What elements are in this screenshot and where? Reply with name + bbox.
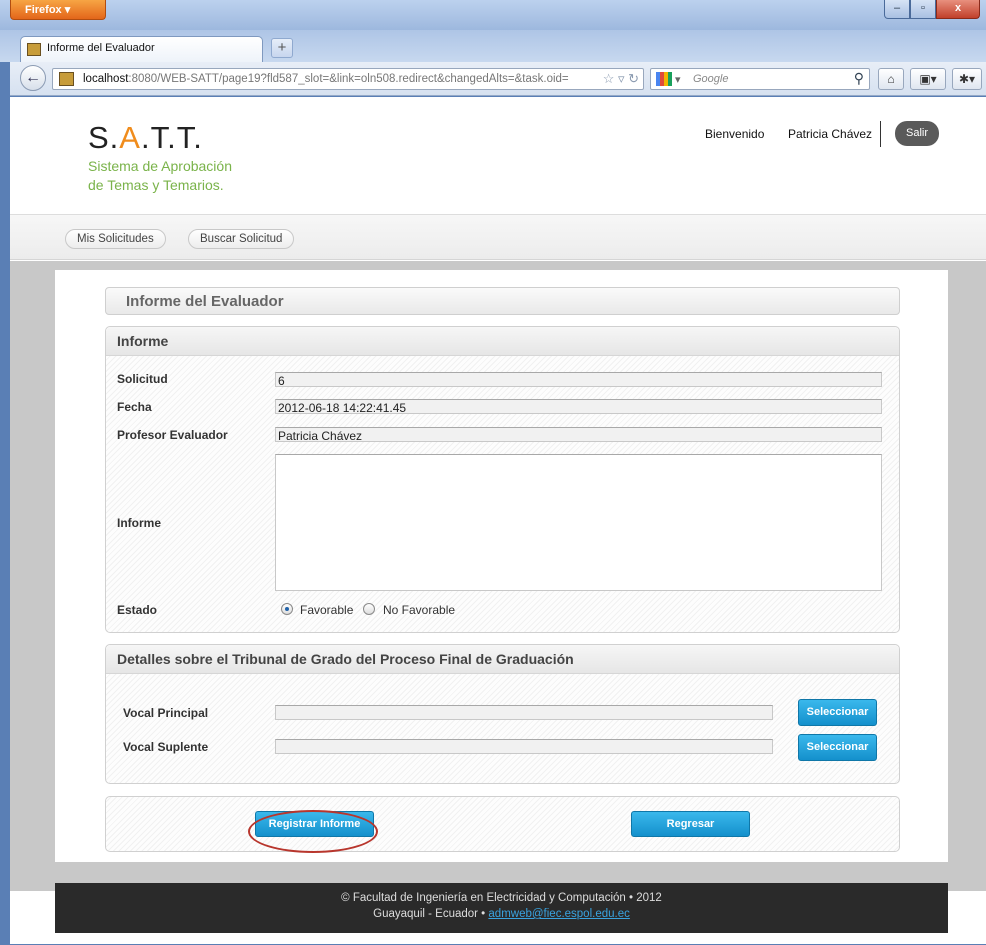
- informe-panel-title: Informe: [106, 327, 899, 356]
- informe-label: Informe: [117, 516, 162, 530]
- estado-no-favorable-radio[interactable]: [363, 603, 375, 615]
- subtitle-line-1: Sistema de Aprobación: [88, 158, 232, 174]
- site-footer: © Facultad de Ingeniería en Electricidad…: [55, 883, 948, 933]
- site-header: S.A.T.T. Sistema de Aprobación de Temas …: [10, 97, 986, 214]
- search-icon[interactable]: ⚲: [854, 70, 864, 87]
- new-tab-button[interactable]: +: [271, 38, 293, 58]
- vocal-suplente-label: Vocal Suplente: [123, 740, 209, 754]
- fecha-field: 2012-06-18 14:22:41.45: [275, 399, 882, 415]
- window-controls: – ▫ x: [884, 0, 980, 20]
- tribunal-panel-title: Detalles sobre el Tribunal de Grado del …: [106, 645, 899, 674]
- subtitle-line-2: de Temas y Temarios.: [88, 177, 224, 193]
- logo-part-tt: .T.T.: [140, 120, 203, 155]
- minimize-icon[interactable]: –: [884, 0, 910, 19]
- header-divider: [880, 121, 881, 147]
- logo-part-a: A: [119, 120, 141, 155]
- page-viewport: S.A.T.T. Sistema de Aprobación de Temas …: [10, 97, 986, 944]
- user-name: Patricia Chávez: [788, 127, 873, 141]
- footer-location: Guayaquil - Ecuador • admweb@fiec.espol.…: [55, 906, 948, 922]
- fecha-label: Fecha: [117, 400, 152, 414]
- informe-panel: Informe Solicitud 6 Fecha 2012-06-18 14:…: [105, 326, 900, 633]
- bookmarks-menu-icon[interactable]: ▣▾: [910, 68, 946, 90]
- maximize-icon[interactable]: ▫: [910, 0, 936, 19]
- profesor-evaluador-field: Patricia Chávez: [275, 427, 882, 443]
- highlight-annotation-ellipse: [248, 810, 378, 853]
- estado-favorable-label[interactable]: Favorable: [300, 603, 353, 617]
- url-path: :8080/WEB-SATT/page19?fld587_slot=&link=…: [128, 73, 569, 85]
- back-arrow-icon[interactable]: ←: [20, 65, 46, 91]
- tab-informe-evaluador[interactable]: Informe del Evaluador: [20, 36, 263, 62]
- main-menu: Mis Solicitudes Buscar Solicitud: [10, 214, 986, 260]
- footer-email-link[interactable]: admweb@fiec.espol.edu.ec: [488, 908, 629, 920]
- tab-title: Informe del Evaluador: [47, 42, 155, 54]
- tab-strip: Informe del Evaluador +: [0, 30, 986, 62]
- estado-no-favorable-label[interactable]: No Favorable: [383, 603, 455, 617]
- site-identity-icon: [59, 72, 74, 86]
- vocal-principal-label: Vocal Principal: [123, 706, 209, 720]
- solicitud-field: 6: [275, 372, 882, 388]
- home-icon[interactable]: ⌂: [878, 68, 904, 90]
- select-vocal-suplente-button[interactable]: Seleccionar: [798, 734, 877, 761]
- footer-copyright: © Facultad de Ingeniería en Electricidad…: [341, 892, 662, 904]
- select-vocal-principal-button[interactable]: Seleccionar: [798, 699, 877, 726]
- site-logo: S.A.T.T.: [88, 120, 203, 156]
- logo-part-s: S.: [88, 120, 120, 155]
- logout-button[interactable]: Salir: [895, 121, 939, 146]
- search-placeholder: Google: [693, 73, 729, 85]
- profesor-evaluador-label: Profesor Evaluador: [117, 428, 228, 442]
- google-engine-icon: [656, 72, 672, 86]
- browser-window: Firefox ▾ – ▫ x Informe del Evaluador + …: [0, 0, 986, 945]
- url-bar[interactable]: localhost:8080/WEB-SATT/page19?fld587_sl…: [52, 68, 644, 90]
- bookmark-star-icon[interactable]: ☆ ▿ ↻: [599, 71, 639, 87]
- vocal-principal-field: [275, 705, 773, 720]
- welcome-text: Bienvenido: [705, 127, 765, 141]
- actions-panel: Registrar Informe Regresar: [105, 796, 900, 852]
- informe-textarea[interactable]: [275, 454, 882, 591]
- vocal-suplente-field: [275, 739, 773, 754]
- firefox-menu-label: Firefox: [25, 4, 62, 16]
- tribunal-panel: Detalles sobre el Tribunal de Grado del …: [105, 644, 900, 784]
- firefox-menu-button[interactable]: Firefox ▾: [10, 0, 106, 20]
- navigation-toolbar: ← localhost:8080/WEB-SATT/page19?fld587_…: [10, 62, 986, 96]
- menu-item-mis-solicitudes[interactable]: Mis Solicitudes: [65, 229, 166, 249]
- site-subtitle: Sistema de Aprobación de Temas y Temario…: [88, 157, 232, 195]
- title-bar: Firefox ▾ – ▫ x: [0, 0, 986, 30]
- engine-dropdown-icon[interactable]: ▾: [675, 73, 681, 86]
- regresar-button[interactable]: Regresar: [631, 811, 750, 837]
- close-icon[interactable]: x: [936, 0, 980, 19]
- page-title: Informe del Evaluador: [105, 287, 900, 315]
- solicitud-label: Solicitud: [117, 372, 168, 386]
- menu-item-buscar-solicitud[interactable]: Buscar Solicitud: [188, 229, 295, 249]
- site-favicon-icon: [27, 43, 41, 56]
- addons-icon[interactable]: ✱▾: [952, 68, 982, 90]
- estado-favorable-radio[interactable]: [281, 603, 293, 615]
- estado-label: Estado: [117, 603, 158, 617]
- search-bar[interactable]: ▾ Google ⚲: [650, 68, 870, 90]
- footer-location-text: Guayaquil - Ecuador •: [373, 908, 489, 920]
- url-host: localhost: [83, 73, 129, 85]
